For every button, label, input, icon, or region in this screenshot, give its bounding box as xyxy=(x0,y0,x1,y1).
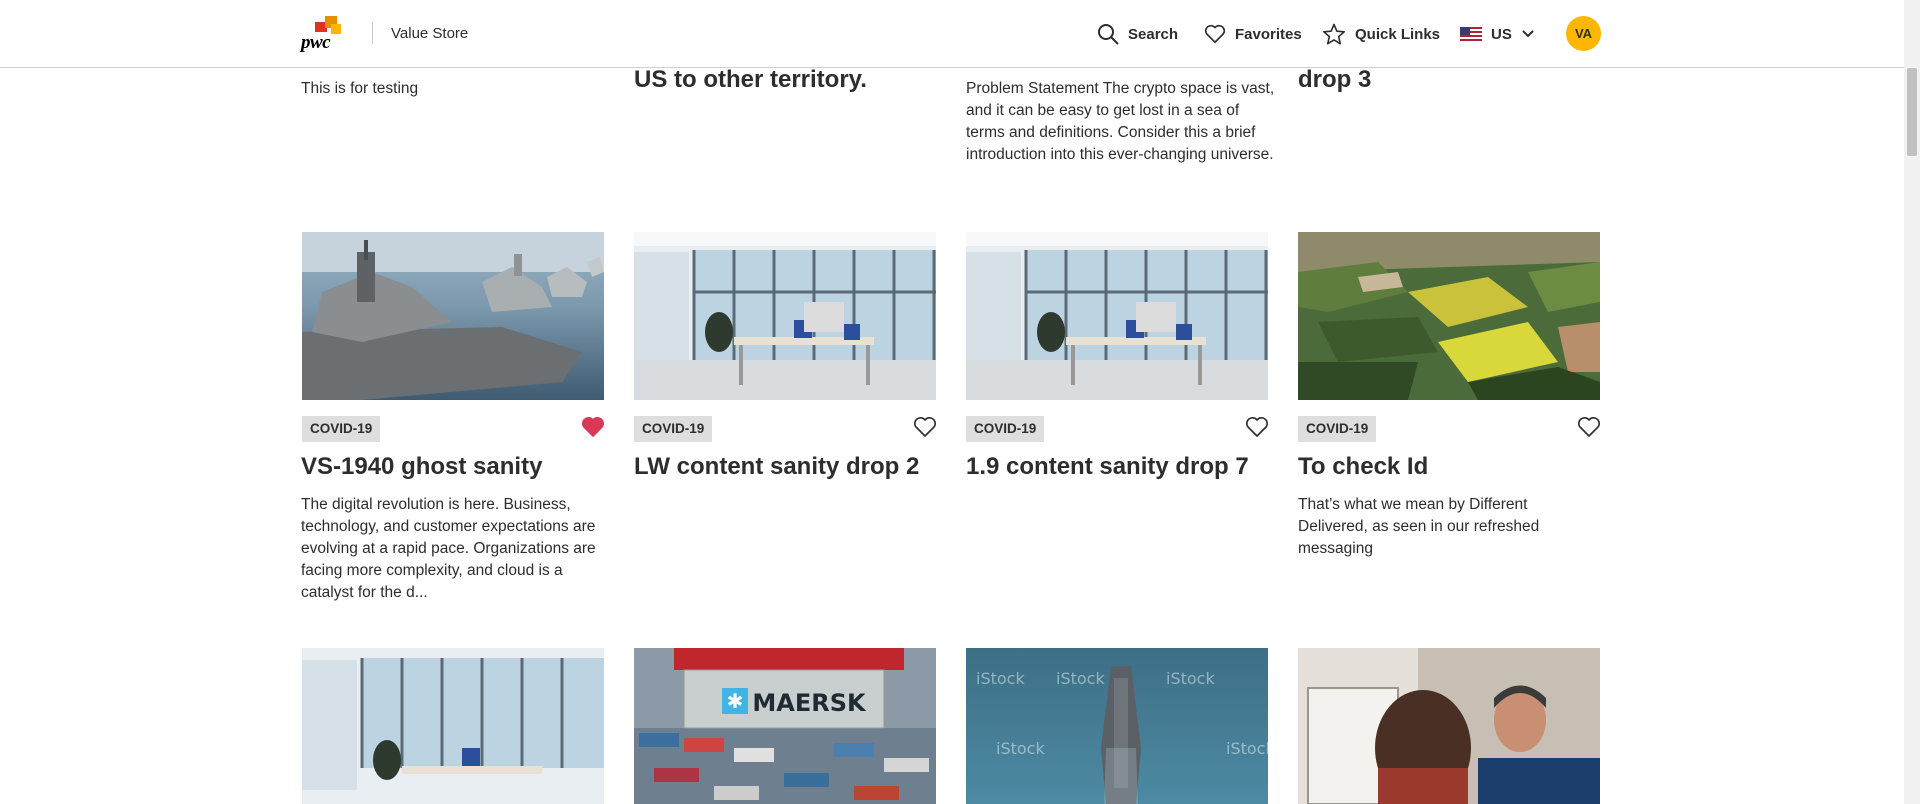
region-selector[interactable]: US xyxy=(1460,20,1535,48)
aircraft-carrier-image[interactable]: iStock iStock iStock iStock iStock xyxy=(966,648,1268,804)
office-image[interactable] xyxy=(966,232,1268,400)
header-divider xyxy=(372,22,373,44)
card-title[interactable]: 1.9 content sanity drop 7 xyxy=(966,453,1249,481)
favorite-heart-icon[interactable] xyxy=(581,416,605,438)
card-title[interactable]: VS-1940 ghost sanity xyxy=(301,453,542,481)
watermark-text: iStock xyxy=(976,669,1025,688)
user-avatar[interactable]: VA xyxy=(1566,16,1601,51)
us-flag-icon xyxy=(1460,27,1482,41)
office-image[interactable] xyxy=(302,648,604,804)
category-tag: COVID-19 xyxy=(634,416,713,442)
aerial-fields-image[interactable] xyxy=(1298,232,1600,400)
navy-ships-image[interactable] xyxy=(302,232,604,400)
star-icon xyxy=(1323,23,1345,44)
favorite-heart-icon[interactable] xyxy=(1577,416,1601,438)
svg-text:iStock: iStock xyxy=(1166,669,1215,688)
svg-text:iStock: iStock xyxy=(1056,669,1105,688)
office-image[interactable] xyxy=(634,232,936,400)
card-description: This is for testing xyxy=(301,80,419,97)
card-title[interactable]: drop 3 xyxy=(1298,66,1371,94)
favorite-heart-icon[interactable] xyxy=(1245,416,1269,438)
card-description: Problem Statement The crypto space is va… xyxy=(966,80,1275,163)
quick-links-label: Quick Links xyxy=(1355,25,1441,43)
search-icon xyxy=(1098,24,1119,45)
store-name[interactable]: Value Store xyxy=(391,25,468,42)
card-description: That’s what we mean by Different Deliver… xyxy=(1298,496,1540,557)
favorites-nav[interactable]: Favorites xyxy=(1204,20,1302,48)
search-nav[interactable]: Search xyxy=(1097,20,1178,48)
card-description: The digital revolution is here. Business… xyxy=(301,496,596,601)
brand-wordmark: pwc xyxy=(301,32,331,53)
scrollbar-thumb[interactable] xyxy=(1907,68,1917,156)
search-label: Search xyxy=(1128,25,1179,43)
heart-icon xyxy=(1204,24,1226,43)
card-title[interactable]: US to other territory. xyxy=(634,66,867,94)
meeting-people-image[interactable] xyxy=(1298,648,1600,804)
favorites-label: Favorites xyxy=(1235,25,1302,43)
maersk-logo-text: MAERSK xyxy=(752,689,867,717)
pwc-logo[interactable]: pwc xyxy=(301,14,343,54)
category-tag: COVID-19 xyxy=(966,416,1045,442)
card-title[interactable]: To check Id xyxy=(1298,453,1428,481)
chevron-down-icon xyxy=(1522,30,1534,38)
category-tag: COVID-19 xyxy=(1298,416,1377,442)
region-label: US xyxy=(1491,25,1512,43)
top-header: pwc Value Store Search Favorites Quick L… xyxy=(0,0,1904,68)
card-title[interactable]: LW content sanity drop 2 xyxy=(634,453,919,481)
svg-text:iStock: iStock xyxy=(1226,739,1268,758)
maersk-containers-image[interactable]: ✱ MAERSK xyxy=(634,648,936,804)
favorite-heart-icon[interactable] xyxy=(913,416,937,438)
svg-text:iStock: iStock xyxy=(996,739,1045,758)
svg-text:✱: ✱ xyxy=(727,689,744,713)
vertical-scrollbar[interactable] xyxy=(1904,0,1920,804)
quick-links-nav[interactable]: Quick Links xyxy=(1322,20,1440,48)
category-tag: COVID-19 xyxy=(302,416,381,442)
